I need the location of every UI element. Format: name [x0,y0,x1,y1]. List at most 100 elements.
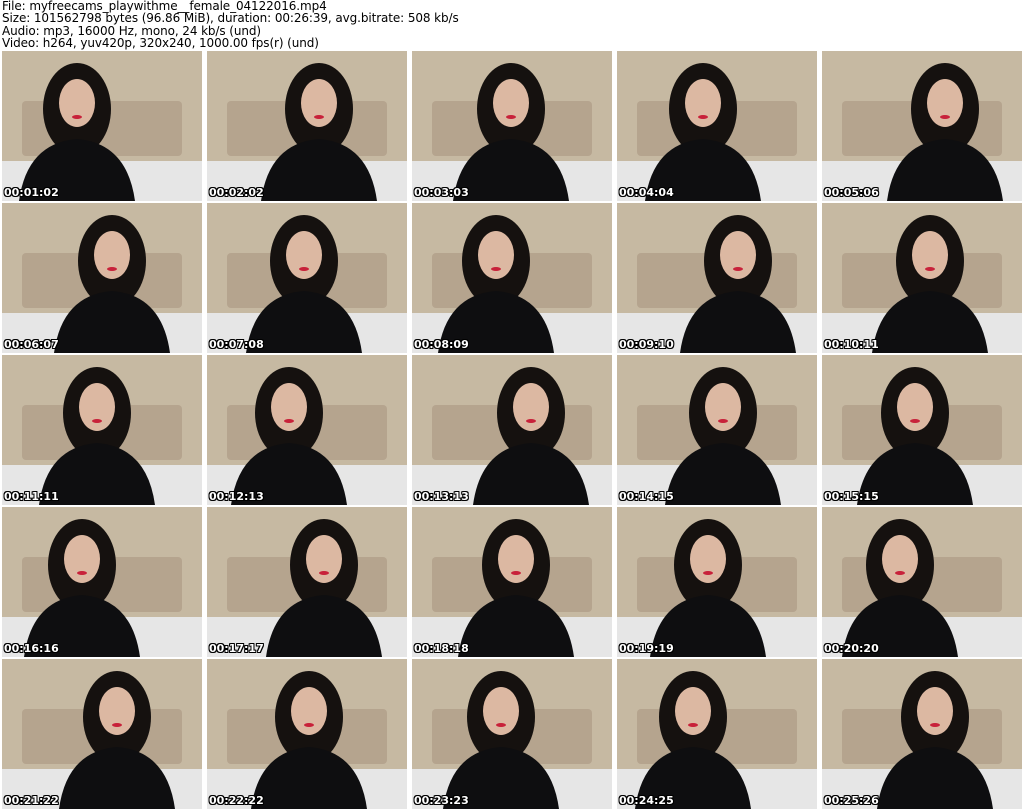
face [675,687,711,735]
thumbnail-scene [822,203,1022,353]
lips [284,419,294,423]
thumbnail-timestamp: 00:12:13 [209,490,264,503]
thumbnail-timestamp: 00:09:10 [619,338,674,351]
face [685,79,721,127]
thumbnail-timestamp: 00:05:06 [824,186,879,199]
lips [511,571,521,575]
thumbnail-scene [822,51,1022,201]
thumbnail-timestamp: 00:08:09 [414,338,469,351]
thumbnail-timestamp: 00:02:02 [209,186,264,199]
thumbnail-scene [617,51,817,201]
lips [718,419,728,423]
size-duration-line: Size: 101562798 bytes (96.86 MiB), durat… [2,11,459,26]
face [94,231,130,279]
thumbnail: 00:17:17 [207,507,407,657]
face [291,687,327,735]
thumbnail-scene [412,355,612,505]
lips [112,723,122,727]
thumbnail-scene [822,355,1022,505]
thumbnail: 00:03:03 [412,51,612,201]
lips [72,115,82,119]
thumbnail: 00:18:18 [412,507,612,657]
thumbnail-scene [2,355,202,505]
thumbnail: 00:24:25 [617,659,817,809]
thumbnail-scene [2,507,202,657]
lips [698,115,708,119]
thumbnail: 00:20:20 [822,507,1022,657]
thumbnail-scene [822,507,1022,657]
thumbnail: 00:16:16 [2,507,202,657]
thumbnail-timestamp: 00:18:18 [414,642,469,655]
face [705,383,741,431]
thumbnail-timestamp: 00:14:15 [619,490,674,503]
thumbnail-timestamp: 00:04:04 [619,186,674,199]
thumbnail-scene [2,203,202,353]
face [59,79,95,127]
thumbnail: 00:13:13 [412,355,612,505]
thumbnail-scene [412,203,612,353]
thumbnail-scene [207,203,407,353]
thumbnail-scene [412,51,612,201]
thumbnail-timestamp: 00:15:15 [824,490,879,503]
thumbnail-scene [412,659,612,809]
lips [77,571,87,575]
thumbnail-scene [412,507,612,657]
thumbnail: 00:19:19 [617,507,817,657]
lips [703,571,713,575]
video-info-header: File: myfreecams_playwithme__female_0412… [2,0,1022,50]
face [301,79,337,127]
thumbnail: 00:14:15 [617,355,817,505]
thumbnail: 00:07:08 [207,203,407,353]
thumbnail-timestamp: 00:20:20 [824,642,879,655]
face [64,535,100,583]
lips [526,419,536,423]
lips [107,267,117,271]
thumbnail: 00:12:13 [207,355,407,505]
face [493,79,529,127]
thumbnail: 00:04:04 [617,51,817,201]
face [912,231,948,279]
face [882,535,918,583]
thumbnail: 00:10:11 [822,203,1022,353]
thumbnail-timestamp: 00:22:22 [209,794,264,807]
lips [319,571,329,575]
thumbnail: 00:11:11 [2,355,202,505]
face [897,383,933,431]
thumbnail-timestamp: 00:06:07 [4,338,59,351]
thumbnail-scene [617,659,817,809]
face [271,383,307,431]
video-info-line: Video: h264, yuv420p, 320x240, 1000.00 f… [2,36,319,50]
lips [940,115,950,119]
thumbnail: 00:05:06 [822,51,1022,201]
thumbnail: 00:23:23 [412,659,612,809]
lips [910,419,920,423]
thumbnail: 00:25:26 [822,659,1022,809]
thumbnail-grid: 00:01:02 00:02:02 00:03:03 00:04:04 00:0… [2,51,1022,810]
face [286,231,322,279]
lips [304,723,314,727]
thumbnail: 00:21:22 [2,659,202,809]
face [927,79,963,127]
thumbnail: 00:02:02 [207,51,407,201]
face [917,687,953,735]
face [690,535,726,583]
thumbnail: 00:01:02 [2,51,202,201]
lips [314,115,324,119]
thumbnail: 00:15:15 [822,355,1022,505]
face [79,383,115,431]
thumbnail-timestamp: 00:01:02 [4,186,59,199]
thumbnail-timestamp: 00:21:22 [4,794,59,807]
thumbnail-scene [207,355,407,505]
thumbnail-timestamp: 00:11:11 [4,490,59,503]
thumbnail-scene [2,659,202,809]
thumbnail: 00:09:10 [617,203,817,353]
face [498,535,534,583]
lips [491,267,501,271]
thumbnail-scene [207,507,407,657]
lips [733,267,743,271]
lips [92,419,102,423]
lips [895,571,905,575]
thumbnail-timestamp: 00:16:16 [4,642,59,655]
thumbnail-timestamp: 00:23:23 [414,794,469,807]
face [99,687,135,735]
